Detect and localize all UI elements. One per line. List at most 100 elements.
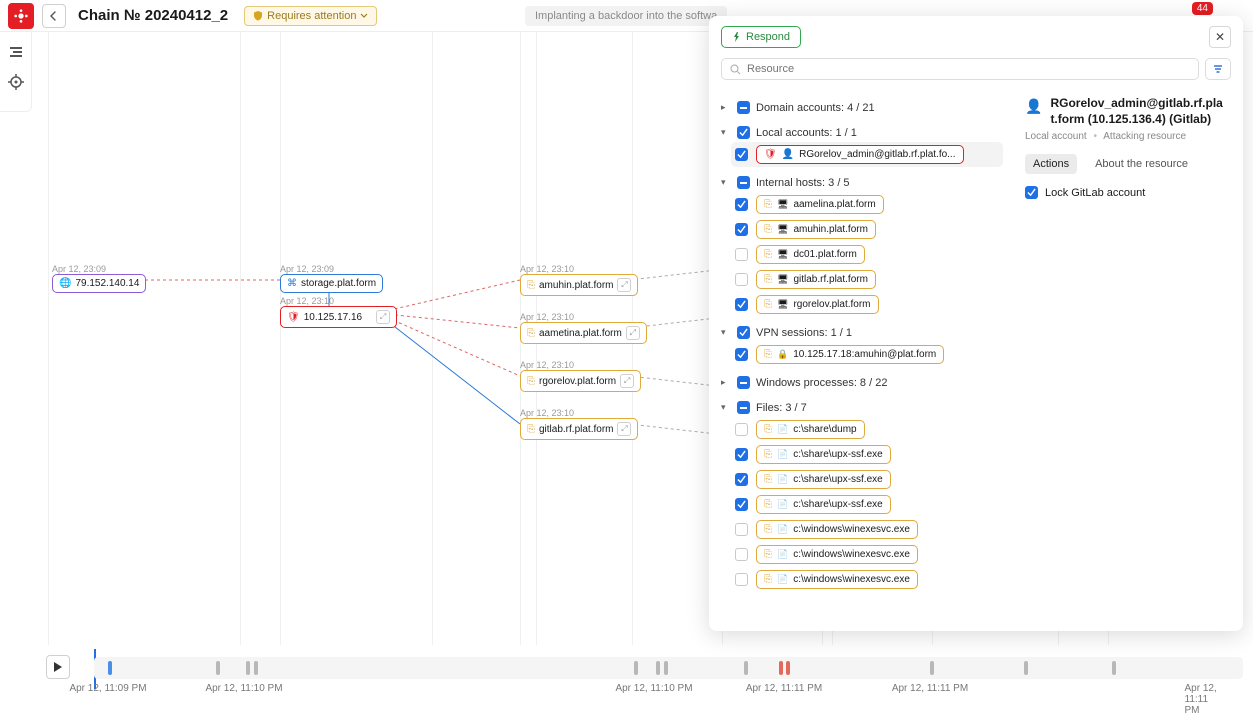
tree-row[interactable]: ⎘📄c:\share\upx-ssf.exe (735, 467, 1003, 492)
timeline-tick[interactable] (1112, 661, 1116, 675)
search-input[interactable] (747, 63, 1190, 75)
link-icon: ⎘ (764, 349, 772, 360)
resource-pill[interactable]: ⎘📄c:\windows\winexesvc.exe (756, 545, 918, 564)
node-host[interactable]: ⎘ aametina.plat.form ⤢ (520, 322, 647, 344)
resource-pill[interactable]: ⎘🖥amuhin.plat.form (756, 220, 876, 239)
tab-actions[interactable]: Actions (1025, 154, 1077, 174)
timeline-tick[interactable] (656, 661, 660, 675)
checkbox[interactable] (735, 448, 748, 461)
resource-pill[interactable]: ⎘📄c:\share\upx-ssf.exe (756, 470, 891, 489)
timeline-track[interactable] (94, 657, 1243, 679)
checkbox-indeterminate[interactable] (737, 376, 750, 389)
checkbox[interactable] (735, 198, 748, 211)
expand-icon[interactable]: ⤢ (376, 310, 390, 324)
resource-pill[interactable]: 🛡 👤 RGorelov_admin@gitlab.rf.plat.fo... (756, 145, 964, 164)
checkbox[interactable] (1025, 186, 1038, 199)
node-host[interactable]: ⎘ gitlab.rf.plat.form ⤢ (520, 418, 638, 440)
expand-icon[interactable]: ⤢ (617, 422, 631, 436)
timeline-tick[interactable] (246, 661, 250, 675)
group-internal-hosts[interactable]: ▾ Internal hosts: 3 / 5 (721, 173, 1003, 192)
resource-pill[interactable]: ⎘🖥rgorelov.plat.form (756, 295, 879, 314)
timeline-tick[interactable] (930, 661, 934, 675)
checkbox[interactable] (735, 298, 748, 311)
group-local-accounts[interactable]: ▾ Local accounts: 1 / 1 (721, 123, 1003, 142)
group-domain-accounts[interactable]: ▸ Domain accounts: 4 / 21 (721, 98, 1003, 117)
tree-row[interactable]: ⎘🖥aamelina.plat.form (735, 192, 1003, 217)
resource-pill[interactable]: ⎘📄c:\share\upx-ssf.exe (756, 495, 891, 514)
checkbox-indeterminate[interactable] (737, 176, 750, 189)
timeline-tick[interactable] (744, 661, 748, 675)
tree-row[interactable]: ⎘🖥amuhin.plat.form (735, 217, 1003, 242)
checkbox[interactable] (735, 348, 748, 361)
checkbox[interactable] (737, 126, 750, 139)
expand-icon[interactable]: ⤢ (626, 326, 640, 340)
group-files[interactable]: ▾ Files: 3 / 7 (721, 398, 1003, 417)
group-vpn-sessions[interactable]: ▾ VPN sessions: 1 / 1 (721, 323, 1003, 342)
tree-row[interactable]: ⎘ 🔒 10.125.17.18:amuhin@plat.form (735, 342, 1003, 367)
target-icon[interactable] (8, 74, 24, 90)
checkbox[interactable] (735, 148, 748, 161)
checkbox-indeterminate[interactable] (737, 401, 750, 414)
node-ts: Apr 12, 23:10 (520, 312, 574, 322)
tree-row[interactable]: ⎘📄c:\windows\winexesvc.exe (735, 567, 1003, 592)
chevron-right-icon: ▸ (721, 377, 731, 388)
close-button[interactable]: ✕ (1209, 26, 1231, 48)
filter-button[interactable] (1205, 58, 1231, 80)
tree-row[interactable]: ⎘🖥dc01.plat.form (735, 242, 1003, 267)
timeline-tick[interactable] (634, 661, 638, 675)
tab-about[interactable]: About the resource (1087, 154, 1196, 174)
resource-pill[interactable]: ⎘📄c:\windows\winexesvc.exe (756, 520, 918, 539)
host-icon: 🖥 (777, 199, 788, 210)
search-input-wrap[interactable] (721, 58, 1199, 80)
respond-button[interactable]: Respond (721, 26, 801, 48)
checkbox[interactable] (735, 498, 748, 511)
timeline-tick[interactable] (108, 661, 112, 675)
timeline-tick[interactable] (664, 661, 668, 675)
timeline-tick[interactable] (1024, 661, 1028, 675)
checkbox[interactable] (735, 248, 748, 261)
checkbox[interactable] (735, 223, 748, 236)
checkbox[interactable] (735, 573, 748, 586)
resource-pill[interactable]: ⎘🖥aamelina.plat.form (756, 195, 884, 214)
response-panel: Respond ✕ ▸ Domain accounts: 4 / 21 ▾ (709, 16, 1243, 631)
checkbox[interactable] (735, 523, 748, 536)
node-storage[interactable]: ⌘ storage.plat.form (280, 274, 383, 293)
resource-pill[interactable]: ⎘🖥gitlab.rf.plat.form (756, 270, 876, 289)
node-external-ip[interactable]: 🌐 79.152.140.14 (52, 274, 146, 293)
tree-row[interactable]: ⎘🖥rgorelov.plat.form (735, 292, 1003, 317)
server-icon: ⌘ (287, 278, 297, 289)
timeline-tick[interactable] (216, 661, 220, 675)
expand-icon[interactable]: ⤢ (620, 374, 634, 388)
expand-icon[interactable]: ⤢ (617, 278, 631, 292)
group-windows-processes[interactable]: ▸ Windows processes: 8 / 22 (721, 373, 1003, 392)
resource-pill[interactable]: ⎘📄c:\windows\winexesvc.exe (756, 570, 918, 589)
node-host-ip[interactable]: 🛡 10.125.17.16 ⤢ (280, 306, 397, 328)
tree-row[interactable]: ⎘📄c:\share\upx-ssf.exe (735, 442, 1003, 467)
resource-pill[interactable]: ⎘ 🔒 10.125.17.18:amuhin@plat.form (756, 345, 944, 364)
checkbox[interactable] (735, 548, 748, 561)
tree-row[interactable]: ⎘📄c:\share\dump (735, 417, 1003, 442)
tree-row[interactable]: 🛡 👤 RGorelov_admin@gitlab.rf.plat.fo... (731, 142, 1003, 167)
back-button[interactable] (42, 4, 66, 28)
checkbox[interactable] (735, 473, 748, 486)
resource-tree[interactable]: ▸ Domain accounts: 4 / 21 ▾ Local accoun… (709, 88, 1011, 631)
timeline-tick[interactable] (779, 661, 783, 675)
tree-row[interactable]: ⎘📄c:\share\upx-ssf.exe (735, 492, 1003, 517)
resource-pill[interactable]: ⎘📄c:\share\upx-ssf.exe (756, 445, 891, 464)
tree-row[interactable]: ⎘📄c:\windows\winexesvc.exe (735, 517, 1003, 542)
timeline-tick[interactable] (254, 661, 258, 675)
checkbox[interactable] (735, 423, 748, 436)
tree-row[interactable]: ⎘🖥gitlab.rf.plat.form (735, 267, 1003, 292)
tree-row[interactable]: ⎘📄c:\windows\winexesvc.exe (735, 542, 1003, 567)
status-pill[interactable]: Requires attention (244, 6, 377, 26)
layout-icon[interactable] (8, 44, 24, 60)
node-host[interactable]: ⎘ rgorelov.plat.form ⤢ (520, 370, 641, 392)
resource-pill[interactable]: ⎘🖥dc01.plat.form (756, 245, 865, 264)
resource-pill[interactable]: ⎘📄c:\share\dump (756, 420, 865, 439)
node-host[interactable]: ⎘ amuhin.plat.form ⤢ (520, 274, 638, 296)
checkbox[interactable] (735, 273, 748, 286)
timeline-tick[interactable] (786, 661, 790, 675)
play-button[interactable] (46, 655, 70, 679)
checkbox[interactable] (737, 326, 750, 339)
checkbox-indeterminate[interactable] (737, 101, 750, 114)
